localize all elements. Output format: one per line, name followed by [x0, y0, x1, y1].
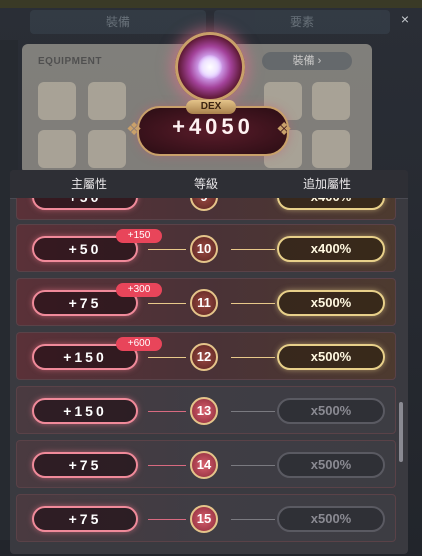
level-medal: 15 — [190, 505, 218, 533]
table-row: +75 +300 11 x500% — [16, 278, 396, 326]
equipment-slot[interactable] — [312, 82, 350, 120]
level-medal: 12 — [190, 343, 218, 371]
level-medal: 11 — [190, 289, 218, 317]
bonus-multiplier: x500% — [277, 506, 385, 532]
window-titlebar — [0, 0, 422, 8]
connector-line — [231, 303, 275, 304]
bonus-increase-badge: +600 — [116, 337, 162, 351]
connector-line — [231, 357, 275, 358]
connector-line — [148, 411, 186, 412]
level-medal: 10 — [190, 235, 218, 263]
bonus-increase-badge: +300 — [116, 283, 162, 297]
bonus-multiplier: x500% — [277, 398, 385, 424]
connector-line — [231, 519, 275, 520]
table-body[interactable]: +509x400%+50+15010x400%+75+30011x500%+15… — [16, 198, 396, 554]
equipment-tabs: 裝備 要素 — [30, 10, 390, 34]
table-row: +150 +600 12 x500% — [16, 332, 396, 380]
connector-line — [148, 249, 186, 250]
connector-line — [231, 249, 275, 250]
main-attr-value: +75 — [32, 506, 138, 532]
table-row: +75 15 x500% — [16, 494, 396, 542]
equipment-slot[interactable] — [312, 130, 350, 168]
tab-elements[interactable]: 要素 — [214, 10, 390, 34]
table-row: +50 9 x400% — [16, 198, 396, 220]
equipment-label: EQUIPMENT — [38, 56, 102, 67]
equipment-view-button[interactable]: 裝備 › — [262, 52, 352, 70]
header-level: 等級 — [193, 177, 218, 191]
orb-sparkle-icon — [198, 55, 222, 79]
level-medal: 13 — [190, 397, 218, 425]
dex-total-value: +4050 — [172, 114, 254, 139]
close-icon[interactable]: × — [398, 12, 412, 26]
bonus-multiplier: x400% — [277, 198, 385, 210]
connector-line — [231, 465, 275, 466]
connector-line — [231, 411, 275, 412]
main-attr-value: +50 — [32, 198, 138, 210]
table-row: +50 +150 10 x400% — [16, 224, 396, 272]
bonus-multiplier: x500% — [277, 344, 385, 370]
bonus-increase-badge: +150 — [116, 229, 162, 243]
table-row: +75 14 x500% — [16, 440, 396, 488]
table-row: +150 13 x500% — [16, 386, 396, 434]
level-bonus-table: 主屬性 等級 追加屬性 +50 9 x400%+50 +150 10 x400% +75 +3… — [10, 170, 408, 554]
level-medal: 9 — [190, 198, 218, 211]
equipment-slot[interactable] — [38, 130, 76, 168]
header-main-attr: 主屬性 — [70, 177, 107, 191]
equipment-slot[interactable] — [88, 130, 126, 168]
table-header: 主屬性 等級 追加屬性 — [10, 170, 408, 199]
connector-line — [148, 465, 186, 466]
equipment-slot[interactable] — [88, 82, 126, 120]
main-attr-value: +150 — [32, 398, 138, 424]
connector-line — [148, 357, 186, 358]
dex-label: DEX — [186, 100, 236, 114]
bonus-multiplier: x400% — [277, 236, 385, 262]
header-bonus-attr: 追加屬性 — [302, 177, 351, 191]
connector-line — [148, 519, 186, 520]
equipment-slot[interactable] — [38, 82, 76, 120]
tab-equipment[interactable]: 裝備 — [30, 10, 206, 34]
bonus-multiplier: x500% — [277, 452, 385, 478]
connector-line — [148, 303, 186, 304]
bonus-multiplier: x500% — [277, 290, 385, 316]
main-attr-value: +75 — [32, 452, 138, 478]
scrollbar[interactable] — [399, 402, 403, 462]
level-medal: 14 — [190, 451, 218, 479]
